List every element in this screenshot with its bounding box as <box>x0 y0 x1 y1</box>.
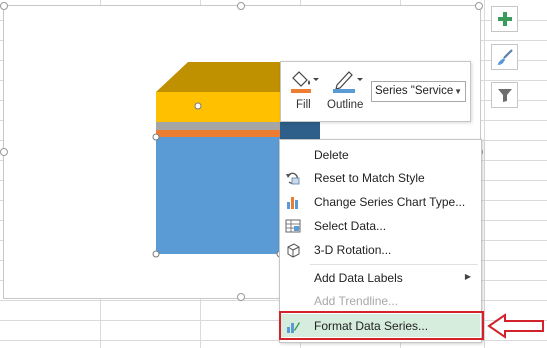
menu-separator <box>310 264 478 265</box>
chart-resize-handle[interactable] <box>237 293 245 301</box>
paintbrush-icon <box>497 49 513 65</box>
series-segment-orange[interactable] <box>156 130 280 137</box>
menu-item-add-data-labels[interactable]: Add Data Labels ▶ <box>281 266 480 289</box>
chart-resize-handle[interactable] <box>475 2 483 10</box>
menu-item-label: 3-D Rotation... <box>314 243 392 257</box>
bar-chart-icon <box>287 197 298 209</box>
funnel-icon <box>497 89 512 102</box>
select-data-icon <box>285 219 301 233</box>
menu-item-add-trendline: Add Trendline... <box>281 289 480 312</box>
selection-handle[interactable] <box>152 133 160 141</box>
submenu-arrow-icon: ▶ <box>464 272 471 281</box>
chart-styles-button[interactable] <box>491 44 518 70</box>
fill-label: Fill <box>296 99 311 111</box>
fill-button[interactable]: Fill <box>287 66 323 118</box>
callout-highlight-box <box>279 311 484 340</box>
menu-item-reset-to-match-style[interactable]: Reset to Match Style <box>281 166 480 189</box>
chart-resize-handle[interactable] <box>0 148 8 156</box>
reset-style-icon <box>286 172 300 185</box>
plus-icon <box>497 12 512 26</box>
series-segment-gray[interactable] <box>156 122 280 130</box>
paint-bucket-icon <box>291 71 319 93</box>
3d-rotation-icon <box>287 243 300 258</box>
series-segment-blue[interactable] <box>156 137 280 254</box>
dropdown-arrow-icon: ▼ <box>454 87 462 96</box>
selection-handle[interactable] <box>194 102 202 110</box>
menu-item-label: Change Series Chart Type... <box>314 195 466 209</box>
series-selector-value: Series "Service <box>375 85 454 97</box>
pencil-icon <box>333 71 363 93</box>
chart-resize-handle[interactable] <box>237 2 245 10</box>
menu-item-3d-rotation[interactable]: 3-D Rotation... <box>281 238 480 261</box>
series-selector-dropdown[interactable]: Series "Service ▼ <box>371 81 466 102</box>
menu-item-change-series-chart-type[interactable]: Change Series Chart Type... <box>281 190 480 213</box>
menu-item-label: Add Data Labels <box>314 271 403 285</box>
callout-arrow-icon <box>487 313 544 339</box>
chart-filters-button[interactable] <box>491 82 518 108</box>
chart-resize-handle[interactable] <box>0 2 8 10</box>
menu-item-label: Delete <box>314 148 349 162</box>
chart-elements-button[interactable] <box>491 6 518 32</box>
menu-item-label: Reset to Match Style <box>314 171 425 185</box>
outline-button[interactable]: Outline <box>325 66 369 118</box>
menu-item-label: Select Data... <box>314 219 387 233</box>
menu-item-delete[interactable]: Delete <box>281 143 480 166</box>
format-mini-toolbar: Fill Outline Series "Service ▼ <box>280 61 471 122</box>
menu-item-label: Add Trendline... <box>314 294 399 308</box>
selection-handle[interactable] <box>152 250 160 258</box>
series-segment-yellow[interactable] <box>156 92 280 122</box>
outline-label: Outline <box>327 99 364 111</box>
menu-item-select-data[interactable]: Select Data... <box>281 214 480 237</box>
